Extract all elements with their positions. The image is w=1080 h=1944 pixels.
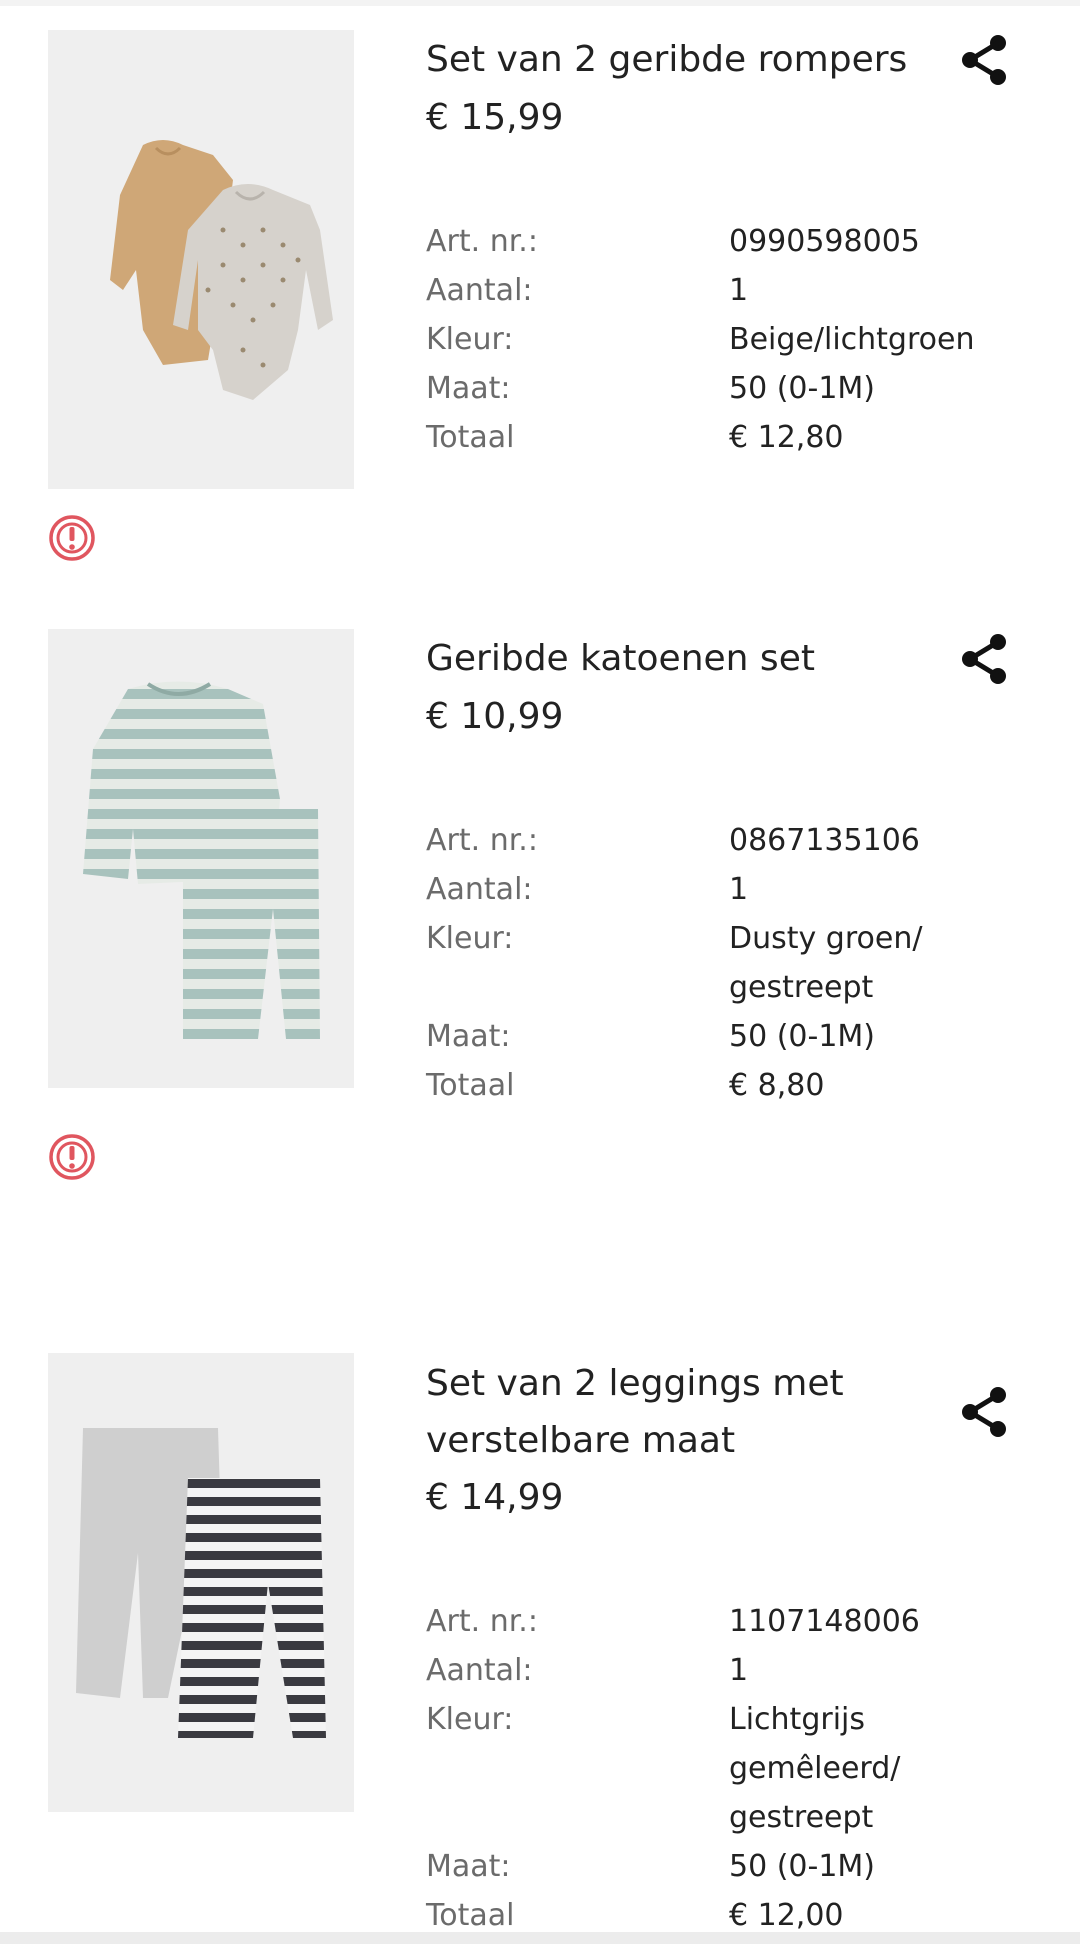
product-title[interactable]: Set van 2 geribde rompers: [426, 31, 946, 88]
value-art-nr: 0990598005: [729, 224, 920, 259]
warning-icon[interactable]: [48, 514, 96, 562]
product-title[interactable]: Geribde katoenen set: [426, 630, 946, 687]
detail-row-totaal: Totaal € 8,80: [426, 1061, 1026, 1110]
detail-row-maat: Maat: 50 (0-1M): [426, 1842, 1026, 1891]
leggings-image: [48, 1353, 354, 1812]
label-maat: Maat:: [426, 1849, 511, 1884]
product-details: Art. nr.: 0867135106 Aantal: 1 Kleur: Dusty…: [426, 816, 1026, 1110]
value-totaal: € 8,80: [729, 1068, 825, 1103]
bottom-edge: [0, 1932, 1080, 1944]
share-icon[interactable]: [958, 1384, 1010, 1440]
detail-row-kleur: Kleur: Lichtgrijs gemêleerd/ gestreept: [426, 1695, 1026, 1842]
warning-icon[interactable]: [48, 1133, 96, 1181]
label-totaal: Totaal: [426, 1068, 515, 1103]
detail-row-aantal: Aantal: 1: [426, 1646, 1026, 1695]
label-art-nr: Art. nr.:: [426, 1604, 538, 1639]
value-kleur: Dusty groen/ gestreept: [729, 921, 923, 1005]
value-totaal: € 12,80: [729, 420, 844, 455]
label-maat: Maat:: [426, 371, 511, 406]
product-price: € 15,99: [426, 97, 564, 138]
detail-row-art-nr: Art. nr.: 0867135106: [426, 816, 1026, 865]
detail-row-kleur: Kleur: Dusty groen/ gestreept: [426, 914, 1026, 1012]
striped-set-image: [48, 629, 354, 1088]
label-aantal: Aantal:: [426, 1653, 533, 1688]
label-kleur: Kleur:: [426, 921, 514, 956]
value-maat: 50 (0-1M): [729, 371, 876, 406]
label-aantal: Aantal:: [426, 872, 533, 907]
label-art-nr: Art. nr.:: [426, 224, 538, 259]
value-aantal: 1: [729, 872, 749, 907]
product-title[interactable]: Set van 2 leggings met verstelbare maat: [426, 1355, 946, 1469]
product-details: Art. nr.: 0990598005 Aantal: 1 Kleur: Beige…: [426, 217, 1026, 462]
product-image[interactable]: [48, 30, 354, 489]
product-price: € 10,99: [426, 696, 564, 737]
share-icon[interactable]: [958, 32, 1010, 88]
label-art-nr: Art. nr.:: [426, 823, 538, 858]
detail-row-aantal: Aantal: 1: [426, 865, 1026, 914]
value-aantal: 1: [729, 273, 749, 308]
label-totaal: Totaal: [426, 420, 515, 455]
product-details: Art. nr.: 1107148006 Aantal: 1 Kleur: Licht…: [426, 1597, 1026, 1940]
detail-row-art-nr: Art. nr.: 1107148006: [426, 1597, 1026, 1646]
share-icon[interactable]: [958, 631, 1010, 687]
top-edge: [0, 0, 1080, 6]
label-kleur: Kleur:: [426, 1702, 514, 1737]
product-image[interactable]: [48, 1353, 354, 1812]
detail-row-art-nr: Art. nr.: 0990598005: [426, 217, 1026, 266]
label-kleur: Kleur:: [426, 322, 514, 357]
value-kleur: Lichtgrijs gemêleerd/ gestreept: [729, 1702, 901, 1835]
value-maat: 50 (0-1M): [729, 1019, 876, 1054]
label-aantal: Aantal:: [426, 273, 533, 308]
detail-row-maat: Maat: 50 (0-1M): [426, 364, 1026, 413]
value-maat: 50 (0-1M): [729, 1849, 876, 1884]
rompers-image: [48, 30, 354, 489]
detail-row-aantal: Aantal: 1: [426, 266, 1026, 315]
detail-row-kleur: Kleur: Beige/lichtgroen: [426, 315, 1026, 364]
value-kleur: Beige/lichtgroen: [729, 322, 975, 357]
value-art-nr: 0867135106: [729, 823, 920, 858]
detail-row-maat: Maat: 50 (0-1M): [426, 1012, 1026, 1061]
label-maat: Maat:: [426, 1019, 511, 1054]
product-image[interactable]: [48, 629, 354, 1088]
product-price: € 14,99: [426, 1477, 564, 1518]
detail-row-totaal: Totaal € 12,80: [426, 413, 1026, 462]
value-aantal: 1: [729, 1653, 749, 1688]
value-art-nr: 1107148006: [729, 1604, 920, 1639]
